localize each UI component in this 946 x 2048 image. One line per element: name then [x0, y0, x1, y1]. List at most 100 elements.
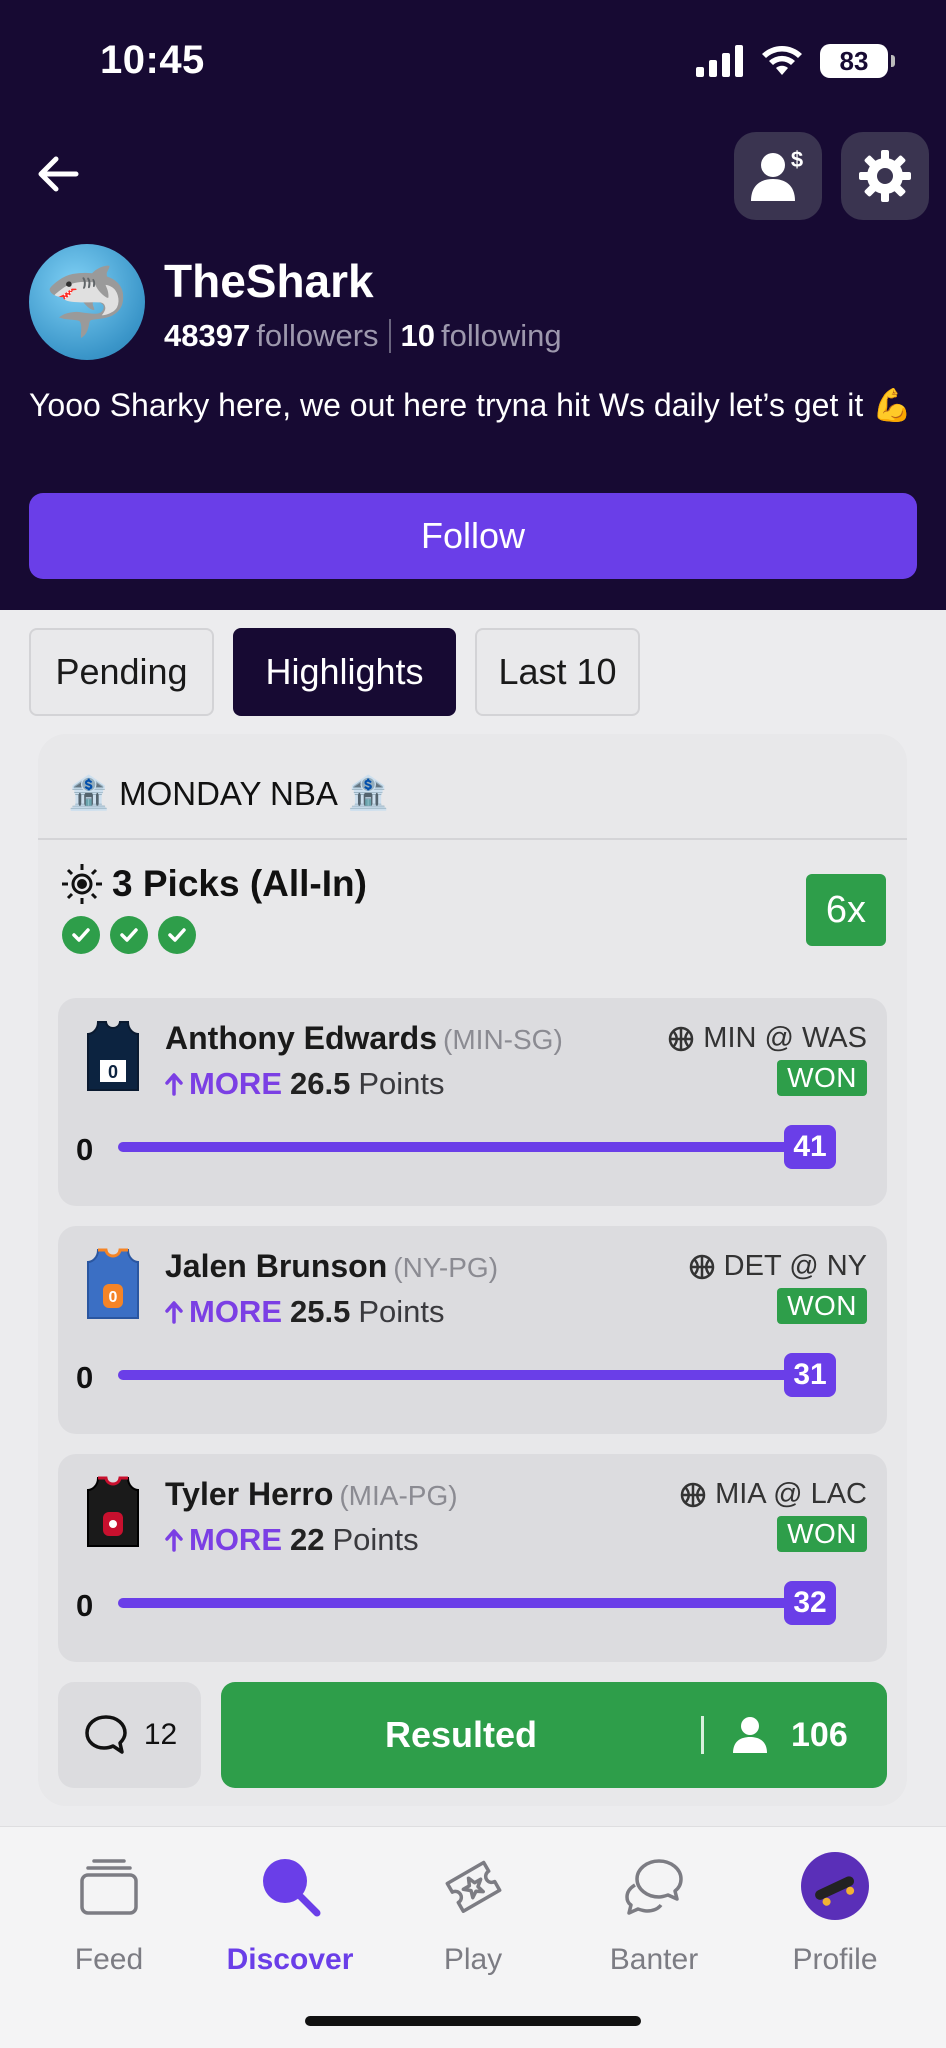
pick-direction: MORE	[189, 1522, 282, 1557]
pick-stat: Points	[332, 1522, 419, 1557]
arrow-left-icon	[38, 156, 79, 192]
nav-banter-label: Banter	[609, 1943, 699, 1976]
follow-button[interactable]: Follow	[29, 493, 917, 579]
basketball-icon	[669, 1026, 694, 1051]
chat-bubble-icon	[85, 1715, 127, 1754]
status-badge: WON	[777, 1288, 867, 1324]
chat-bubbles-icon	[625, 1859, 683, 1915]
arrow-up-icon	[165, 1301, 183, 1324]
progress-track	[118, 1598, 824, 1608]
pick-line: MORE 22 Points	[165, 1522, 419, 1558]
tab-last-10[interactable]: Last 10	[475, 628, 640, 716]
resulted-button[interactable]: Resulted 106	[221, 1682, 887, 1788]
nav-play[interactable]: Play	[388, 1849, 558, 1989]
nav-feed-label: Feed	[74, 1943, 144, 1976]
resulted-divider	[701, 1716, 704, 1754]
card-divider	[38, 838, 907, 840]
tab-highlights[interactable]: Highlights	[233, 628, 456, 716]
nav-profile[interactable]: Profile	[750, 1849, 920, 1989]
nav-play-label: Play	[443, 1943, 503, 1976]
nav-banter[interactable]: Banter	[569, 1849, 739, 1989]
player-name-text: Tyler Herro	[165, 1476, 334, 1512]
result-value: 41	[784, 1125, 836, 1169]
ticket-star-icon	[445, 1860, 502, 1913]
status-badge: WON	[777, 1060, 867, 1096]
feed-icon	[80, 1859, 138, 1915]
player-team: (NY-PG)	[393, 1252, 499, 1283]
result-value: 31	[784, 1353, 836, 1397]
bank-icon: 🏦	[68, 774, 110, 811]
progress-fill	[118, 1142, 824, 1152]
back-button[interactable]	[30, 146, 86, 202]
jersey-icon	[87, 1476, 139, 1547]
following-count[interactable]: 10	[401, 318, 435, 354]
progress-min: 0	[76, 1132, 94, 1167]
picks-summary: 3 Picks (All-In)	[60, 862, 367, 906]
status-badge: WON	[777, 1516, 867, 1552]
pick-stat: Points	[358, 1066, 445, 1101]
followers-count[interactable]: 48397	[164, 318, 250, 354]
avatar: 🦈	[29, 244, 145, 360]
profile-header: 10:45 83 $ 🦈 TheShark 48397 followers 10…	[0, 0, 946, 610]
progress-track	[118, 1370, 824, 1380]
user-icon	[733, 1717, 767, 1753]
basketball-icon	[680, 1482, 706, 1507]
tails-count: 106	[731, 1682, 848, 1788]
status-time: 10:45	[100, 38, 205, 82]
follow-stats: 48397 followers 10 following	[164, 318, 562, 354]
search-icon	[263, 1859, 321, 1917]
leg-status-checks	[62, 916, 196, 954]
username: TheShark	[164, 255, 374, 307]
user-dollar-icon: $	[751, 147, 803, 201]
matchup-text: DET @ NY	[723, 1250, 867, 1282]
tab-pending[interactable]: Pending	[29, 628, 214, 716]
card-title-text: MONDAY NBA	[119, 774, 338, 812]
jersey-icon: 0	[87, 1248, 139, 1319]
status-bar: 10:45 83	[0, 0, 946, 120]
nav-feed[interactable]: Feed	[24, 1849, 194, 1989]
nav-discover-label: Discover	[226, 1943, 354, 1976]
nav-discover[interactable]: Discover	[205, 1849, 375, 1989]
matchup: DET @ NY	[688, 1250, 867, 1283]
progress-fill	[118, 1370, 824, 1380]
pick-leg[interactable]: 0 Jalen Brunson (NY-PG) MORE 25.5 Points …	[58, 1226, 887, 1434]
status-icons: 83	[696, 44, 895, 78]
followers-label[interactable]: followers	[256, 318, 378, 354]
result-value: 32	[784, 1581, 836, 1625]
picks-label: 3 Picks (All-In)	[112, 863, 367, 904]
pick-leg[interactable]: 0 Anthony Edwards (MIN-SG) MORE 26.5 Poin…	[58, 998, 887, 1206]
battery-icon: 83	[820, 44, 895, 78]
tip-user-button[interactable]: $	[734, 132, 822, 220]
pick-direction: MORE	[189, 1066, 282, 1101]
bank-icon: 🏦	[347, 774, 390, 811]
player-team: (MIN-SG)	[443, 1024, 563, 1055]
pick-leg[interactable]: Tyler Herro (MIA-PG) MORE 22 Points MIA @…	[58, 1454, 887, 1662]
player-team: (MIA-PG)	[339, 1480, 458, 1511]
matchup-text: MIN @ WAS	[703, 1022, 867, 1054]
basketball-icon	[689, 1254, 714, 1279]
progress-min: 0	[76, 1588, 94, 1623]
nav-profile-label: Profile	[792, 1943, 878, 1976]
pick-card[interactable]: 🏦 MONDAY NBA 🏦 3 Picks (All-In) 6x 0 Ant…	[38, 734, 907, 1806]
arrow-up-icon	[165, 1529, 183, 1552]
gear-icon	[859, 150, 911, 202]
home-indicator	[305, 2016, 641, 2026]
shark-avatar-icon: 🦈	[44, 264, 130, 340]
progress-fill	[118, 1598, 824, 1608]
resulted-label: Resulted	[384, 1714, 538, 1755]
settings-button[interactable]	[841, 132, 929, 220]
svg-text:0: 0	[108, 1062, 118, 1082]
bottom-nav: Feed Discover Play Banter Profile	[0, 1826, 946, 2048]
player-name-text: Anthony Edwards	[165, 1020, 438, 1056]
payout-multiplier: 6x	[806, 874, 886, 946]
player-name: Jalen Brunson (NY-PG)	[165, 1248, 498, 1285]
pick-line-value: 26.5	[290, 1066, 351, 1101]
signal-icon	[696, 45, 743, 77]
pick-direction: MORE	[189, 1294, 282, 1329]
pick-line-value: 25.5	[290, 1294, 351, 1329]
comments-button[interactable]: 12	[58, 1682, 201, 1788]
avatar-icon	[801, 1852, 869, 1920]
following-label[interactable]: following	[441, 318, 562, 354]
matchup: MIA @ LAC	[679, 1478, 867, 1511]
pick-line-value: 22	[290, 1522, 325, 1557]
